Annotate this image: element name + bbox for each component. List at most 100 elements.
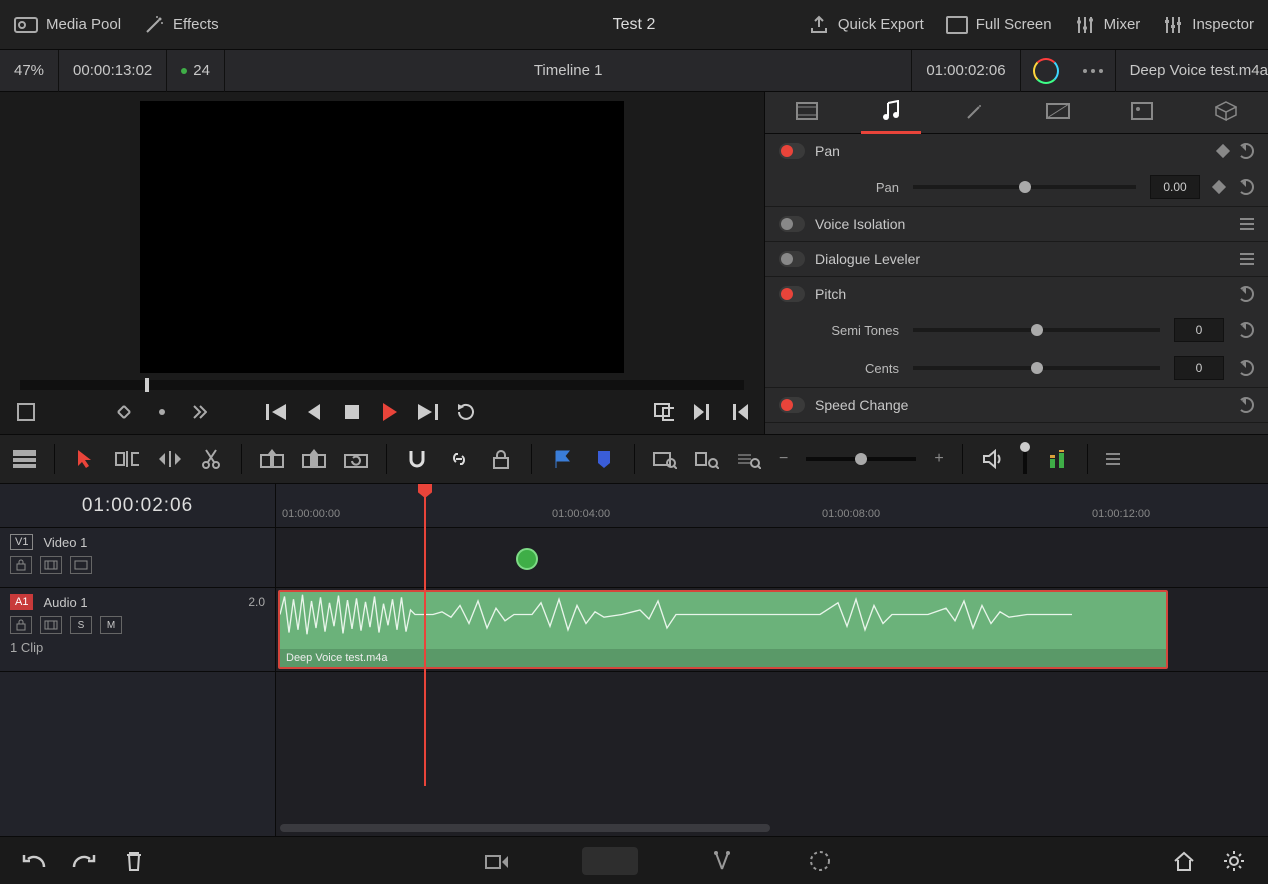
speed-change-reset[interactable] — [1238, 397, 1254, 413]
scrub-thumb[interactable] — [145, 378, 149, 392]
crop-tool-icon[interactable] — [14, 400, 38, 424]
prev-marker-button[interactable] — [114, 402, 134, 422]
timeline-name[interactable]: Timeline 1 — [225, 62, 911, 79]
mixer-button[interactable]: Mixer — [1074, 14, 1141, 36]
zoom-slider[interactable] — [806, 457, 916, 461]
edit-page-button[interactable] — [582, 847, 638, 875]
a1-auto-select[interactable] — [40, 616, 62, 634]
inspector-button[interactable]: Inspector — [1162, 14, 1254, 36]
undo-button[interactable] — [20, 847, 48, 875]
pan-slider[interactable] — [913, 185, 1136, 189]
audio-track-badge[interactable]: A1 — [10, 594, 33, 610]
tab-image[interactable] — [1112, 92, 1172, 134]
pitch-reset-button[interactable] — [1238, 286, 1254, 302]
cents-slider[interactable] — [913, 366, 1160, 370]
a1-mute-button[interactable]: M — [100, 616, 122, 634]
tab-video[interactable] — [777, 92, 837, 134]
dialogue-leveler-menu[interactable] — [1240, 253, 1254, 265]
zoom-custom-button[interactable] — [737, 447, 761, 471]
tab-effects[interactable] — [945, 92, 1005, 134]
snap-toggle[interactable] — [405, 447, 429, 471]
insert-clip-button[interactable] — [260, 447, 284, 471]
cut-page-button[interactable] — [484, 847, 512, 875]
voice-isolation-toggle[interactable] — [779, 216, 805, 232]
pitch-toggle[interactable] — [779, 286, 805, 302]
quick-export-button[interactable]: Quick Export — [808, 14, 924, 36]
pan-keyframe-button[interactable] — [1216, 144, 1230, 158]
overwrite-clip-button[interactable] — [302, 447, 326, 471]
effects-button[interactable]: Effects — [143, 14, 219, 36]
timeline-view-icon[interactable] — [12, 447, 36, 471]
color-page-button[interactable] — [806, 847, 834, 875]
v1-lock-button[interactable] — [10, 556, 32, 574]
voice-isolation-menu[interactable] — [1240, 218, 1254, 230]
trim-tool[interactable] — [115, 447, 139, 471]
semi-tones-reset[interactable] — [1238, 322, 1254, 338]
next-clip-button[interactable] — [692, 402, 712, 422]
meter-icon[interactable] — [1045, 447, 1069, 471]
tab-audio[interactable] — [861, 92, 921, 134]
timeline-options-menu[interactable] — [1106, 453, 1120, 465]
zoom-out-button[interactable]: − — [779, 450, 788, 468]
play-button[interactable] — [380, 402, 400, 422]
timeline-canvas[interactable]: 01:00:00:00 01:00:04:00 01:00:08:00 01:0… — [276, 484, 1268, 836]
full-screen-button[interactable]: Full Screen — [946, 16, 1052, 34]
viewer-timecode[interactable]: 01:00:02:06 — [911, 50, 1020, 92]
replace-clip-button[interactable] — [344, 447, 368, 471]
pan-value-keyframe[interactable] — [1212, 180, 1226, 194]
viewer-options-button[interactable] — [1083, 69, 1103, 73]
flag-button[interactable] — [550, 447, 574, 471]
fusion-page-button[interactable] — [708, 847, 736, 875]
pan-toggle[interactable] — [779, 143, 805, 159]
v1-visible-button[interactable] — [70, 556, 92, 574]
pan-value-reset[interactable] — [1238, 179, 1254, 195]
home-button[interactable] — [1170, 847, 1198, 875]
link-toggle[interactable] — [447, 447, 471, 471]
a1-lock-button[interactable] — [10, 616, 32, 634]
a1-solo-button[interactable]: S — [70, 616, 92, 634]
lock-toggle[interactable] — [489, 447, 513, 471]
viewer-zoom[interactable]: 47% — [0, 50, 59, 92]
blade-tool[interactable] — [199, 447, 223, 471]
dim-slider[interactable] — [1023, 444, 1027, 474]
marker-button[interactable] — [592, 447, 616, 471]
zoom-full-button[interactable] — [653, 447, 677, 471]
video-track-badge[interactable]: V1 — [10, 534, 33, 550]
dynamic-trim-tool[interactable] — [157, 447, 181, 471]
go-end-button[interactable] — [418, 402, 438, 422]
tab-transition[interactable] — [1028, 92, 1088, 134]
semi-tones-value[interactable]: 0 — [1174, 318, 1224, 342]
prev-clip-button[interactable] — [730, 402, 750, 422]
pan-value[interactable]: 0.00 — [1150, 175, 1200, 199]
dialogue-leveler-toggle[interactable] — [779, 251, 805, 267]
tab-file[interactable] — [1196, 92, 1256, 134]
stop-button[interactable] — [342, 402, 362, 422]
settings-button[interactable] — [1220, 847, 1248, 875]
timeline-h-scrollbar[interactable] — [276, 824, 1268, 834]
cents-value[interactable]: 0 — [1174, 356, 1224, 380]
loop-button[interactable] — [456, 402, 476, 422]
zoom-in-button[interactable]: + — [934, 450, 943, 468]
semi-tones-slider[interactable] — [913, 328, 1160, 332]
reverse-play-button[interactable] — [304, 402, 324, 422]
viewer-area[interactable] — [0, 92, 764, 374]
go-start-button[interactable] — [266, 402, 286, 422]
pan-reset-button[interactable] — [1238, 143, 1254, 159]
audio-clip[interactable]: Deep Voice test.m4a — [278, 590, 1168, 669]
zoom-detail-button[interactable] — [695, 447, 719, 471]
next-marker-button[interactable] — [190, 402, 210, 422]
redo-button[interactable] — [70, 847, 98, 875]
mute-button[interactable] — [981, 447, 1005, 471]
prev-frame-button[interactable] — [152, 402, 172, 422]
v1-auto-select[interactable] — [40, 556, 62, 574]
match-frame-button[interactable] — [654, 402, 674, 422]
ai-sparkle-icon[interactable] — [1033, 58, 1059, 84]
cents-reset[interactable] — [1238, 360, 1254, 376]
viewer-scrubber[interactable] — [20, 380, 744, 390]
timeline-timecode[interactable]: 01:00:02:06 — [0, 484, 275, 528]
audio-track-gain[interactable]: 2.0 — [248, 595, 265, 609]
selection-tool[interactable] — [73, 447, 97, 471]
speed-change-toggle[interactable] — [779, 397, 805, 413]
media-pool-button[interactable]: Media Pool — [14, 15, 121, 35]
playhead[interactable] — [424, 484, 426, 786]
